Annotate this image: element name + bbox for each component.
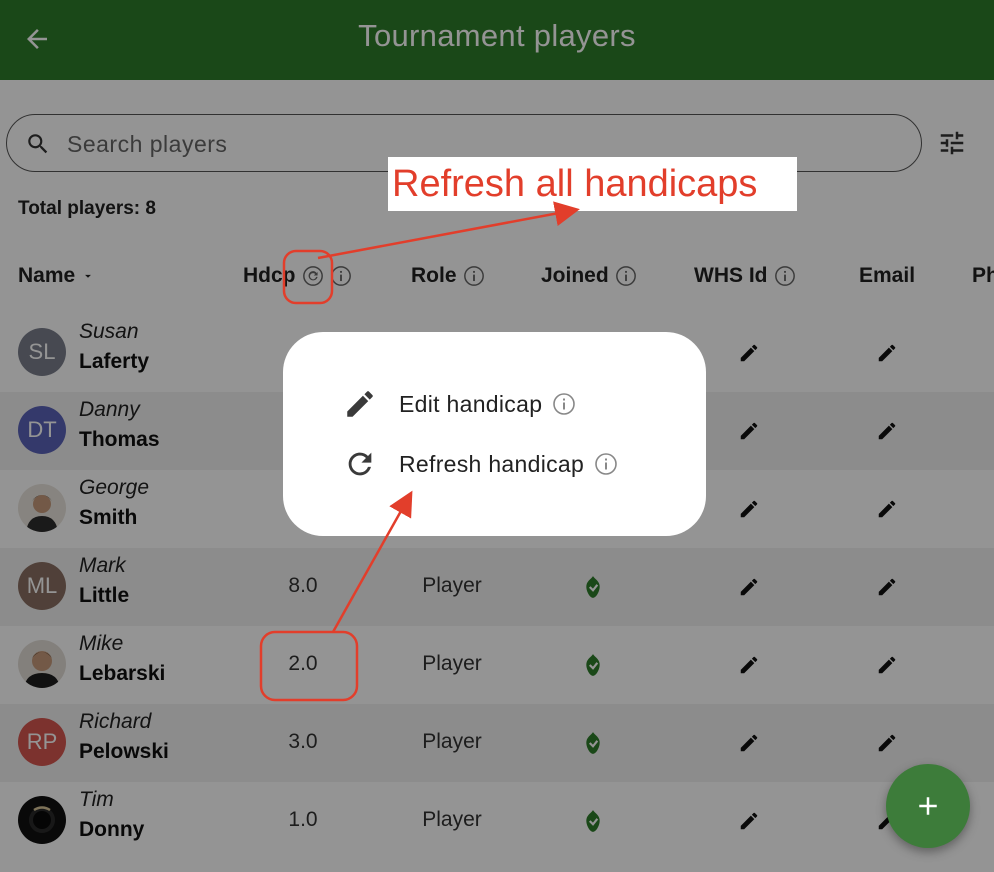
info-icon[interactable] xyxy=(594,452,618,476)
info-icon[interactable] xyxy=(552,392,576,416)
plus-icon xyxy=(919,797,937,815)
edit-icon xyxy=(347,391,373,417)
menu-item-label: Refresh handicap xyxy=(399,450,585,477)
refresh-icon xyxy=(348,452,372,476)
menu-item-label: Edit handicap xyxy=(399,390,543,417)
annotation-callout: Refresh all handicaps xyxy=(388,157,797,211)
menu-item-edit-handicap[interactable]: Edit handicap xyxy=(343,384,576,424)
handicap-menu: Edit handicap Refresh handicap xyxy=(283,332,706,536)
add-player-button[interactable] xyxy=(886,764,970,848)
menu-item-refresh-handicap[interactable]: Refresh handicap xyxy=(343,444,618,484)
